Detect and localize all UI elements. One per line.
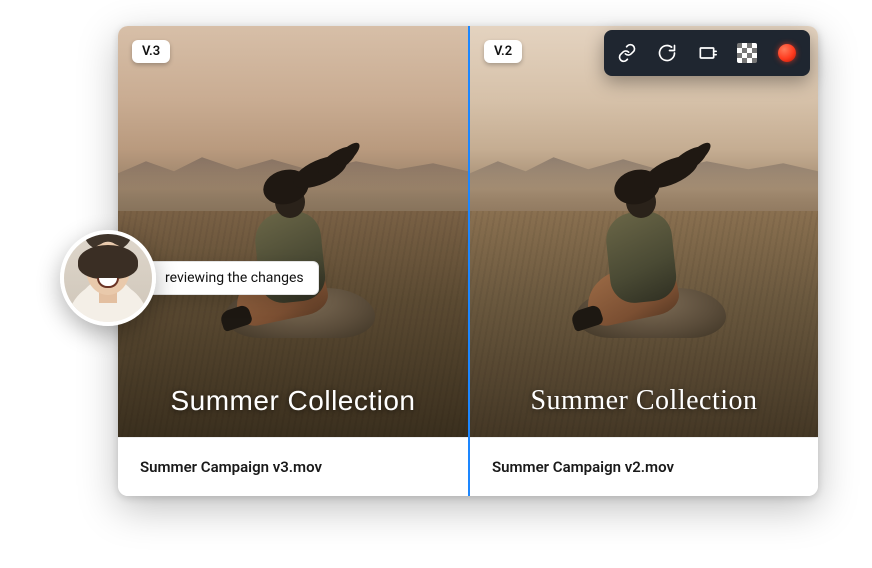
- avatar[interactable]: [60, 230, 156, 326]
- version-badge-right: V.2: [484, 40, 522, 63]
- overlay-title-left: Summer Collection: [118, 385, 468, 417]
- reviewer-presence: reviewing the changes: [60, 230, 319, 326]
- thumbnail-right[interactable]: V.2 Summer Collection: [470, 26, 818, 437]
- filename-right: Summer Campaign v2.mov: [470, 437, 818, 496]
- record-icon[interactable]: [776, 42, 798, 64]
- link-icon[interactable]: [616, 42, 638, 64]
- compare-pane-right: V.2 Summer Collection Summer Campaign v2…: [468, 26, 818, 496]
- transparency-icon[interactable]: [736, 42, 758, 64]
- artboard-icon[interactable]: [696, 42, 718, 64]
- refresh-icon[interactable]: [656, 42, 678, 64]
- overlay-title-right: Summer Collection: [470, 385, 818, 417]
- filename-left: Summer Campaign v3.mov: [118, 437, 468, 496]
- compare-toolbar: [604, 30, 810, 76]
- version-badge-left: V.3: [132, 40, 170, 63]
- reviewer-status: reviewing the changes: [142, 261, 319, 295]
